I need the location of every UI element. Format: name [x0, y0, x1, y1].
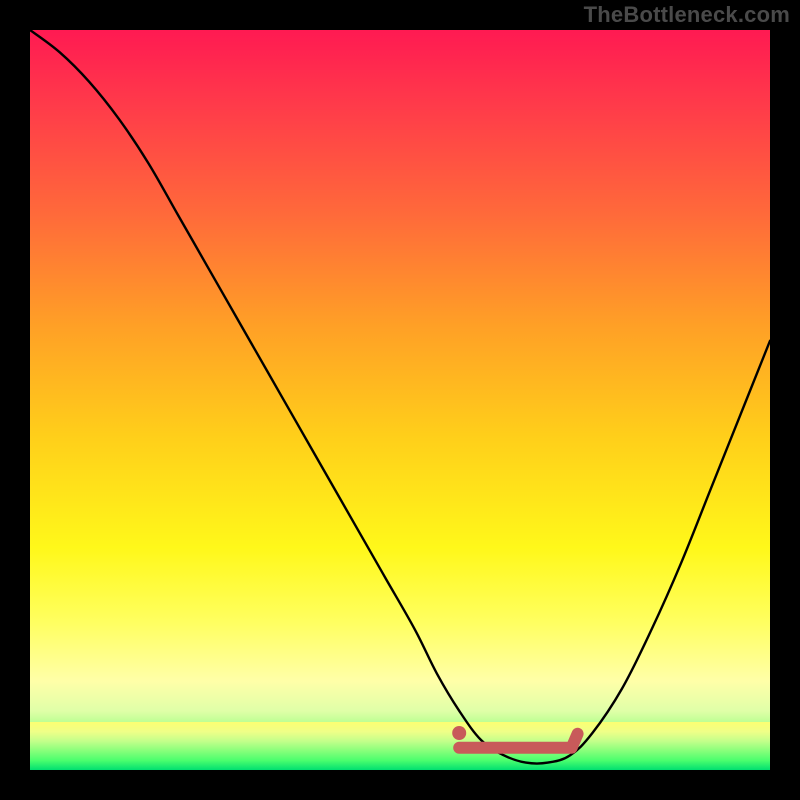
- watermark-text: TheBottleneck.com: [584, 2, 790, 28]
- chart-svg: [30, 30, 770, 770]
- optimal-start-dot: [452, 726, 466, 740]
- bottleneck-curve-path: [30, 30, 770, 764]
- chart-frame: TheBottleneck.com: [0, 0, 800, 800]
- plot-area: [30, 30, 770, 770]
